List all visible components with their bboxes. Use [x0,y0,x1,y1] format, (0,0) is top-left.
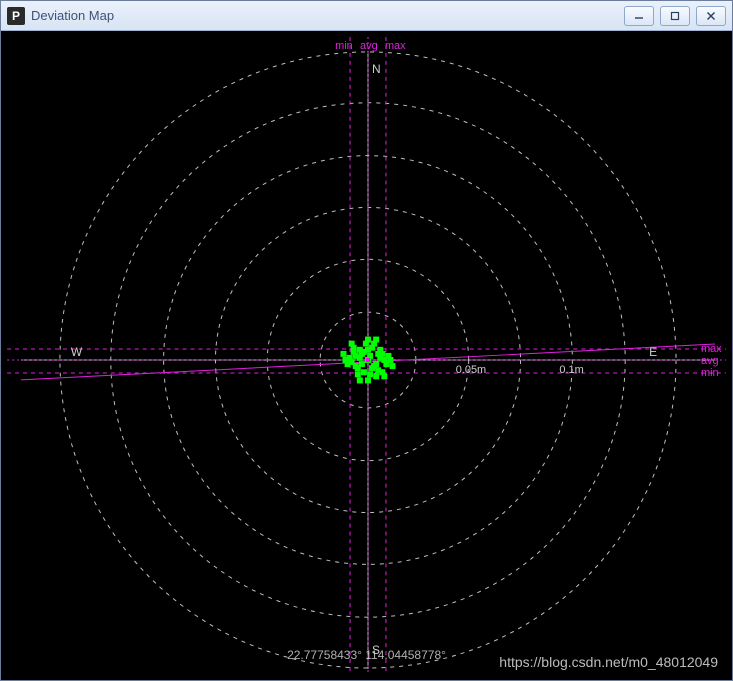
center-mark [366,358,370,362]
label-h-min: min [701,367,719,379]
tick-0-05m: 0.05m [456,364,486,376]
app-window: P Deviation Map [0,0,733,681]
minimize-button[interactable] [624,6,654,26]
scatter-point [381,373,387,379]
scatter-point [375,351,381,357]
scatter-point [390,363,396,369]
scatter-point [365,347,371,353]
scatter-point [357,355,363,361]
scatter-point [388,357,394,363]
scatter-point [342,357,348,363]
scatter-point [340,351,346,357]
window-controls [624,6,726,26]
vert-band-labels: min avg max [335,40,406,52]
window-title: Deviation Map [31,8,624,23]
label-n: N [372,62,381,76]
scatter-point [365,337,371,343]
tick-0-1m: 0.1m [559,364,583,376]
label-v-min: min [335,40,353,52]
scatter-point [373,337,379,343]
deviation-svg: N S E W min avg max max avg min 0.05m 0.… [1,31,732,680]
label-w: W [71,345,83,359]
scatter-point [357,377,363,383]
scatter-point [365,377,371,383]
close-button[interactable] [696,6,726,26]
scatter-point [361,369,367,375]
scatter-point [373,373,379,379]
label-s: S [372,643,380,657]
label-v-max: max [385,40,406,52]
scatter-point [349,341,355,347]
scatter-point [355,371,361,377]
maximize-button[interactable] [660,6,690,26]
titlebar[interactable]: P Deviation Map [1,1,732,31]
app-icon: P [7,7,25,25]
deviation-canvas[interactable]: N S E W min avg max max avg min 0.05m 0.… [1,31,732,680]
label-h-avg: avg [701,355,719,367]
scatter-point [353,363,359,369]
scatter-point [371,363,377,369]
label-h-max: max [701,343,722,355]
scatter-point [367,371,373,377]
label-v-avg: avg [360,40,378,52]
scatter-point [359,361,365,367]
label-e: E [649,345,657,359]
